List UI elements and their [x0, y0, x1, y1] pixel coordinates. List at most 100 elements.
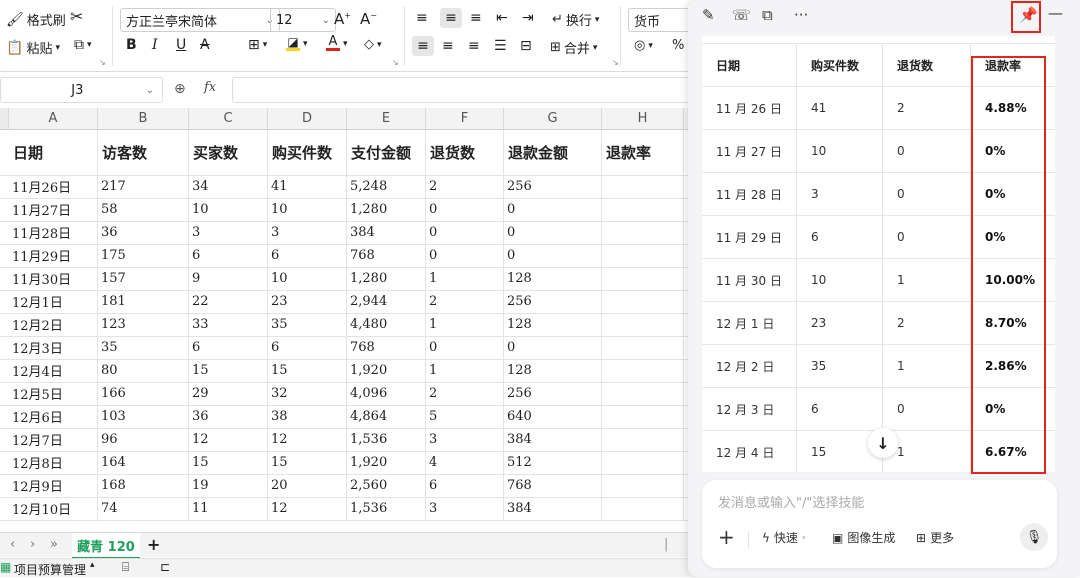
cell[interactable]: 2,944: [347, 290, 426, 313]
currency-button[interactable]: ◎ ▾: [634, 38, 653, 53]
cell[interactable]: 12月1日: [9, 290, 98, 313]
quick-mode-button[interactable]: ϟ 快速 ›: [762, 529, 806, 546]
cell[interactable]: 22: [189, 290, 268, 313]
chevron-up-icon[interactable]: ▴: [90, 560, 95, 570]
cell[interactable]: 0: [426, 244, 504, 267]
cell[interactable]: [602, 428, 684, 451]
cell[interactable]: 1: [426, 267, 504, 290]
cell[interactable]: 38: [268, 405, 347, 428]
cell[interactable]: 1,920: [347, 359, 426, 382]
cut-button[interactable]: ✂: [70, 9, 83, 25]
cell[interactable]: 35: [268, 313, 347, 336]
cell[interactable]: 128: [504, 267, 602, 290]
cell[interactable]: 12: [189, 428, 268, 451]
cell[interactable]: 1: [426, 359, 504, 382]
zoom-icon[interactable]: ⊕: [174, 81, 186, 97]
cell[interactable]: [602, 405, 684, 428]
cell[interactable]: 36: [189, 405, 268, 428]
merge-button[interactable]: ⊞ 合并 ▾: [550, 38, 597, 57]
cell[interactable]: 33: [189, 313, 268, 336]
last-sheet-icon[interactable]: »: [50, 537, 58, 552]
cell[interactable]: 74: [98, 497, 189, 520]
header-cell[interactable]: 访客数: [98, 130, 189, 175]
cell[interactable]: [602, 497, 684, 520]
paste-button[interactable]: 📋 粘贴 ▾: [6, 38, 60, 58]
scroll-down-button[interactable]: ↓: [868, 428, 898, 458]
cell[interactable]: [602, 175, 684, 198]
message-input-box[interactable]: 发消息或输入"/"选择技能 + ϟ 快速 › ▣ 图像生成 ⊞ 更多 🎙: [702, 480, 1057, 568]
column-header[interactable]: B: [98, 108, 189, 130]
format-painter-button[interactable]: 🖌 格式刷: [6, 10, 66, 30]
cell[interactable]: 157: [98, 267, 189, 290]
column-header[interactable]: H: [602, 108, 684, 130]
message-input-placeholder[interactable]: 发消息或输入"/"选择技能: [718, 492, 864, 511]
expand-corner-icon[interactable]: ↘: [392, 58, 399, 67]
cell[interactable]: 768: [347, 336, 426, 359]
next-sheet-icon[interactable]: ›: [30, 537, 35, 552]
cell[interactable]: 15: [268, 451, 347, 474]
strikethrough-button[interactable]: A: [200, 37, 210, 53]
cell[interactable]: 23: [268, 290, 347, 313]
cell[interactable]: 12月7日: [9, 428, 98, 451]
cell[interactable]: 58: [98, 198, 189, 221]
cell[interactable]: 80: [98, 359, 189, 382]
cell[interactable]: 128: [504, 359, 602, 382]
pin-icon[interactable]: 📌: [1019, 6, 1038, 24]
layout-icon[interactable]: ⊏: [160, 560, 170, 574]
column-header[interactable]: G: [504, 108, 602, 130]
cell[interactable]: 35: [98, 336, 189, 359]
header-cell[interactable]: 退款金额: [504, 130, 602, 175]
cell[interactable]: 10: [268, 267, 347, 290]
cell[interactable]: 12月10日: [9, 497, 98, 520]
align-center-button[interactable]: ≡: [442, 38, 454, 54]
cell[interactable]: 1,536: [347, 428, 426, 451]
cell[interactable]: 1,920: [347, 451, 426, 474]
cell[interactable]: 15: [268, 359, 347, 382]
cell[interactable]: [602, 336, 684, 359]
cell[interactable]: [602, 198, 684, 221]
cell[interactable]: 1,280: [347, 267, 426, 290]
cell[interactable]: [602, 221, 684, 244]
cell[interactable]: 103: [98, 405, 189, 428]
header-cell[interactable]: 日期: [9, 130, 98, 175]
cell[interactable]: 384: [504, 497, 602, 520]
cell[interactable]: 768: [347, 244, 426, 267]
cell[interactable]: 384: [347, 221, 426, 244]
header-cell[interactable]: 支付金额: [347, 130, 426, 175]
expand-corner-icon[interactable]: ↘: [612, 58, 619, 67]
clear-format-button[interactable]: ◇ ▾: [364, 37, 382, 52]
cell[interactable]: 3: [426, 497, 504, 520]
cell[interactable]: 2: [426, 290, 504, 313]
cell[interactable]: 11月26日: [9, 175, 98, 198]
sheet-tab-active[interactable]: 藏青 120: [72, 533, 140, 559]
cell[interactable]: 15: [189, 359, 268, 382]
cell[interactable]: 36: [98, 221, 189, 244]
cell[interactable]: 12月9日: [9, 474, 98, 497]
align-left-button[interactable]: ≡: [412, 36, 434, 56]
decrease-font-button[interactable]: A−: [360, 10, 377, 28]
cell[interactable]: [602, 451, 684, 474]
underline-button[interactable]: U: [176, 37, 186, 53]
cell[interactable]: 11: [189, 497, 268, 520]
align-right-button[interactable]: ≡: [468, 38, 480, 54]
cell[interactable]: 5: [426, 405, 504, 428]
cell[interactable]: 11月27日: [9, 198, 98, 221]
percent-button[interactable]: %: [672, 38, 684, 53]
column-header[interactable]: A: [9, 108, 98, 130]
cell[interactable]: 6: [189, 336, 268, 359]
cell[interactable]: 12月4日: [9, 359, 98, 382]
justify-button[interactable]: ☰: [494, 38, 507, 54]
cell[interactable]: 640: [504, 405, 602, 428]
cell[interactable]: 4,096: [347, 382, 426, 405]
cell[interactable]: 9: [189, 267, 268, 290]
cell[interactable]: 12: [268, 428, 347, 451]
cell[interactable]: 0: [504, 336, 602, 359]
cell[interactable]: 11月30日: [9, 267, 98, 290]
cell[interactable]: 168: [98, 474, 189, 497]
add-icon[interactable]: +: [718, 525, 735, 549]
cell[interactable]: [602, 244, 684, 267]
cell[interactable]: 15: [189, 451, 268, 474]
cell[interactable]: 166: [98, 382, 189, 405]
increase-font-button[interactable]: A+: [334, 10, 351, 28]
cell[interactable]: 1: [426, 313, 504, 336]
